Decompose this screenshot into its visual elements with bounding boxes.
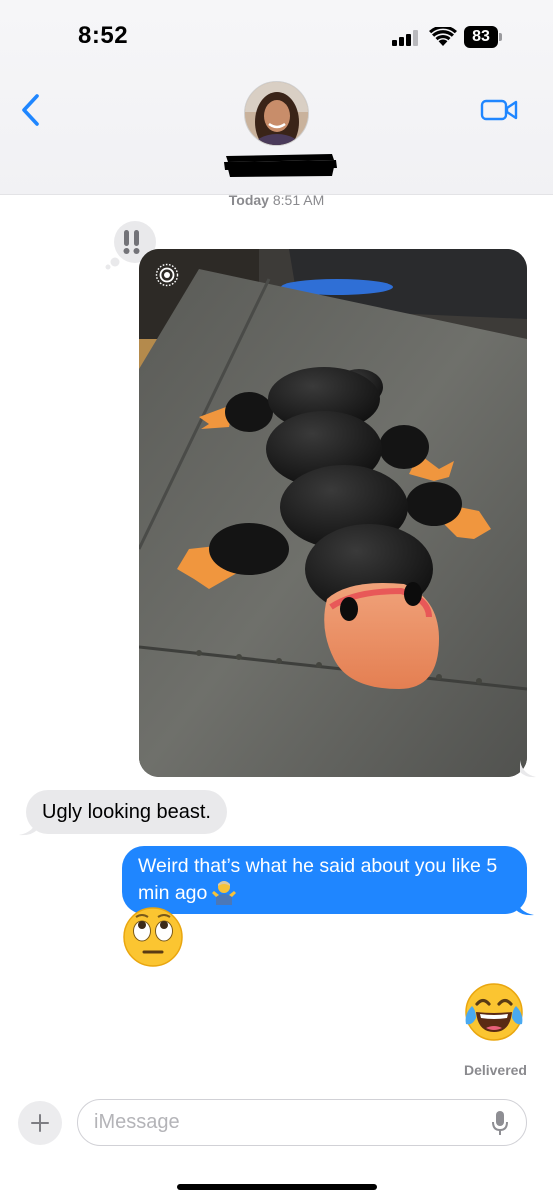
timestamp-time: 8:51 AM <box>272 192 325 208</box>
photo-bubble-tail <box>520 760 536 778</box>
message-timestamp: Today 8:51 AM <box>0 192 553 208</box>
timestamp-day: Today <box>228 192 269 208</box>
delivery-status: Delivered <box>463 1062 527 1078</box>
battery-icon: 83 <box>464 26 502 48</box>
message-input-container[interactable] <box>77 1099 527 1146</box>
status-time: 8:52 <box>78 22 129 49</box>
outgoing-message-bubble[interactable]: Weird that’s what he said about you like… <box>122 846 527 914</box>
cellular-signal-icon <box>392 30 422 46</box>
person-shrugging-emoji <box>212 881 237 905</box>
outgoing-message-text: Weird that’s what he said about you like… <box>138 855 498 904</box>
platypus-photo[interactable] <box>139 249 527 777</box>
chevron-left-icon[interactable] <box>18 92 44 128</box>
home-indicator[interactable] <box>177 1184 377 1190</box>
status-bar: 8:52 83 <box>0 0 553 70</box>
video-camera-icon[interactable] <box>480 96 518 124</box>
incoming-message-bubble[interactable]: Ugly looking beast. <box>26 790 227 834</box>
message-input[interactable] <box>94 1100 474 1145</box>
face-with-rolling-eyes-emoji[interactable] <box>122 906 184 968</box>
plus-icon[interactable] <box>18 1101 62 1145</box>
live-photo-icon[interactable] <box>155 263 179 287</box>
avatar[interactable] <box>244 81 309 146</box>
battery-level: 83 <box>464 26 498 48</box>
wifi-icon <box>429 27 457 46</box>
face-with-tears-of-joy-emoji[interactable] <box>462 980 526 1044</box>
contact-name-redacted[interactable] <box>222 150 338 180</box>
microphone-icon[interactable] <box>490 1110 510 1136</box>
